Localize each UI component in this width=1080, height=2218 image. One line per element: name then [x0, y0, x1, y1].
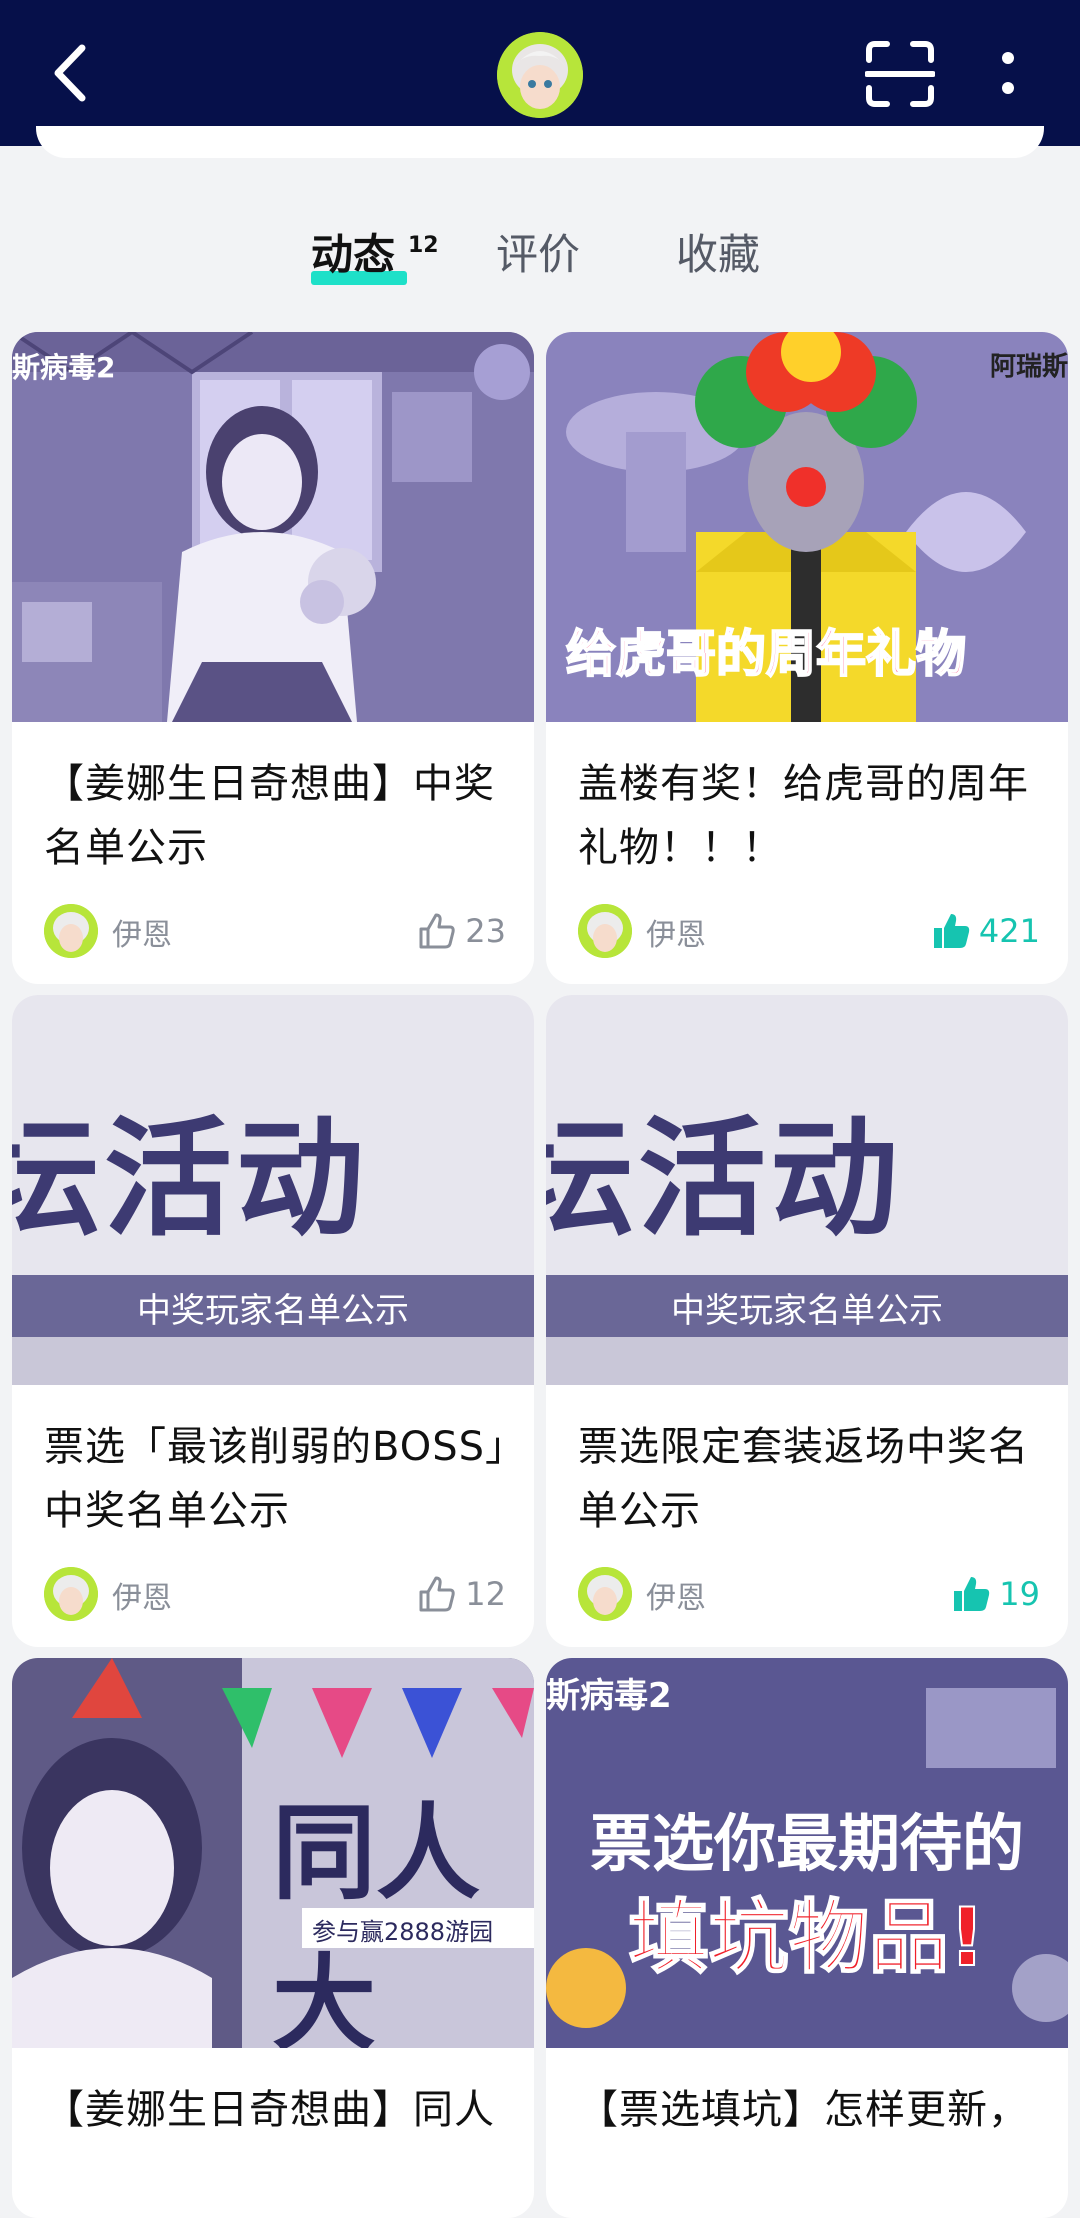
like-button[interactable]: 12 — [417, 1567, 506, 1621]
tab-posts-count: 12 — [408, 233, 439, 258]
like-count: 421 — [978, 912, 1040, 950]
post-card[interactable]: 坛活动 中奖玩家名单公示 票选限定套装返场中奖名单公示 伊恩 19 — [546, 995, 1068, 1647]
thumbs-up-icon — [419, 913, 455, 949]
post-title[interactable]: 【姜娜生日奇想曲】同人 — [44, 2078, 514, 2142]
author-avatar[interactable] — [44, 904, 98, 958]
post-card[interactable]: 同人大 参与赢2888游园 【姜娜生日奇想曲】同人 — [12, 1658, 534, 2218]
like-button[interactable]: 23 — [417, 904, 506, 958]
more-options-button[interactable] — [990, 44, 1026, 106]
post-cover-image[interactable]: 同人大 参与赢2888游园 — [12, 1658, 534, 2048]
author-avatar[interactable] — [578, 904, 632, 958]
image-corner-text: 阿瑞斯 — [989, 352, 1068, 382]
image-caption: 同人大 — [272, 1792, 481, 2048]
tab-reviews[interactable]: 评价 — [496, 227, 580, 283]
thumbs-up-filled-icon — [933, 914, 970, 948]
post-cover-image[interactable]: 坛活动 中奖玩家名单公示 — [12, 995, 534, 1385]
like-button[interactable]: 421 — [931, 904, 1040, 958]
post-title[interactable]: 【票选填坑】怎样更新， — [578, 2078, 1048, 2142]
post-title[interactable]: 票选限定套装返场中奖名单公示 — [578, 1415, 1048, 1543]
tab-favorites[interactable]: 收藏 — [676, 227, 760, 283]
image-subcaption: 参与赢2888游园 — [312, 1918, 494, 1946]
image-caption: 坛活动 — [12, 1105, 369, 1254]
content-tabs: 动态 12 评价 收藏 — [0, 215, 1080, 295]
author-name[interactable]: 伊恩 — [646, 910, 706, 954]
like-button[interactable]: 19 — [951, 1567, 1040, 1621]
like-count: 23 — [465, 912, 506, 950]
post-card[interactable]: 坛活动 中奖玩家名单公示 票选「最该削弱的BOSS」中奖名单公示 伊恩 12 — [12, 995, 534, 1647]
post-card[interactable]: 给虎哥的周年礼物 阿瑞斯 盖楼有奖！给虎哥的周年礼物！！！ 伊恩 421 — [546, 332, 1068, 984]
post-cover-image[interactable]: 斯病毒2 票选你最期待的 填坑物品! — [546, 1658, 1068, 2048]
author-name[interactable]: 伊恩 — [646, 1573, 706, 1617]
profile-card-bottom-edge — [36, 126, 1044, 158]
post-cover-image[interactable]: 斯病毒2 — [12, 332, 534, 722]
image-caption: 斯病毒2 — [12, 351, 116, 384]
tab-posts[interactable]: 动态 — [311, 227, 395, 283]
post-cover-image[interactable]: 给虎哥的周年礼物 阿瑞斯 — [546, 332, 1068, 722]
author-name[interactable]: 伊恩 — [112, 910, 172, 954]
author-avatar[interactable] — [44, 1567, 98, 1621]
image-caption: 票选你最期待的 — [589, 1807, 1024, 1880]
image-caption: 给虎哥的周年礼物 — [565, 624, 967, 684]
post-cover-image[interactable]: 坛活动 中奖玩家名单公示 — [546, 995, 1068, 1385]
post-card[interactable]: 斯病毒2 【姜娜生日奇想曲】中奖名单公示 伊恩 23 — [12, 332, 534, 984]
image-subcaption: 中奖玩家名单公示 — [671, 1291, 943, 1331]
image-caption: 坛活动 — [546, 1105, 903, 1254]
post-title[interactable]: 【姜娜生日奇想曲】中奖名单公示 — [44, 752, 514, 880]
scan-button[interactable] — [864, 40, 936, 108]
like-count: 12 — [465, 1575, 506, 1613]
like-count: 19 — [999, 1575, 1040, 1613]
author-avatar[interactable] — [578, 1567, 632, 1621]
post-title[interactable]: 盖楼有奖！给虎哥的周年礼物！！！ — [578, 752, 1048, 880]
profile-avatar[interactable] — [497, 32, 583, 118]
more-vertical-icon — [1002, 52, 1014, 94]
scan-icon — [864, 41, 936, 107]
image-caption-highlight: 填坑物品! — [628, 1890, 986, 1985]
thumbs-up-icon — [419, 1576, 455, 1612]
post-card[interactable]: 斯病毒2 票选你最期待的 填坑物品! 【票选填坑】怎样更新， — [546, 1658, 1068, 2218]
top-app-bar — [0, 0, 1080, 146]
chevron-left-icon — [54, 44, 86, 102]
image-corner-text: 斯病毒2 — [546, 1676, 672, 1716]
avatar-image — [497, 32, 583, 118]
post-title[interactable]: 票选「最该削弱的BOSS」中奖名单公示 — [44, 1415, 514, 1543]
author-name[interactable]: 伊恩 — [112, 1573, 172, 1617]
image-subcaption: 中奖玩家名单公示 — [137, 1291, 409, 1331]
back-button[interactable] — [44, 40, 104, 106]
thumbs-up-filled-icon — [954, 1577, 990, 1611]
